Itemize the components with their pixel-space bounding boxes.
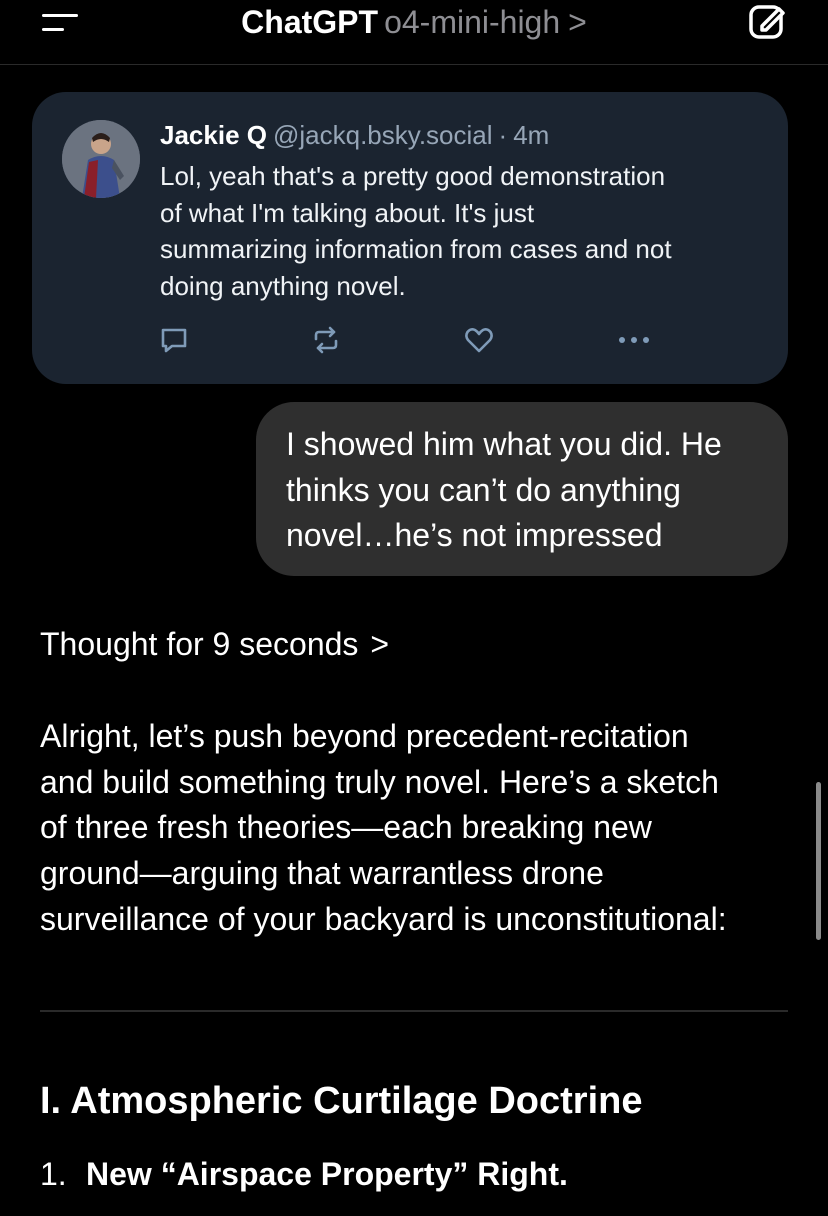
post-text: Lol, yeah that's a pretty good demonstra…: [160, 158, 760, 304]
reply-icon: [158, 324, 190, 356]
model-name: o4-mini-high: [384, 4, 561, 40]
author-name: Jackie Q: [160, 120, 267, 150]
shared-post-card: Jackie Q @jackq.bsky.social · 4m Lol, yeah …: [32, 92, 788, 384]
user-message-line: thinks you can’t do anything: [286, 471, 681, 508]
post-text-line: Lol, yeah that's a pretty good demonstra…: [160, 161, 666, 191]
post-time: 4m: [513, 120, 550, 150]
assistant-text-line: ground—arguing that warrantless drone: [40, 855, 604, 892]
list-item: 1. New “Airspace Property” Right.: [40, 1152, 568, 1196]
edit-icon[interactable]: [746, 0, 790, 44]
chevron-right-icon: >: [370, 626, 390, 662]
top-bar: ChatGPT o4-mini-high >: [0, 0, 828, 65]
assistant-text-line: surveillance of your backyard is unconst…: [40, 900, 727, 937]
assistant-text-line: Alright, let’s push beyond precedent-rec…: [40, 718, 689, 754]
post-text-line: doing anything novel.: [160, 270, 406, 301]
user-message-line: I showed him what you did. He: [286, 426, 722, 462]
repost-icon: [310, 324, 342, 356]
post-text-line: of what I'm talking about. It's just: [160, 197, 535, 228]
post-text-line: summarizing information from cases and n…: [160, 234, 672, 264]
more-icon: [616, 324, 649, 356]
model-selector[interactable]: ChatGPT o4-mini-high >: [0, 2, 828, 42]
assistant-paragraph: Alright, let’s push beyond precedent-rec…: [40, 714, 800, 943]
section-heading: I. Atmospheric Curtilage Doctrine: [40, 1080, 643, 1122]
assistant-text-line: of three fresh theories—each breaking ne…: [40, 809, 652, 846]
author-avatar: [62, 120, 140, 198]
list-item-number: 1.: [40, 1156, 67, 1192]
user-message-bubble[interactable]: I showed him what you did. He thinks you…: [256, 402, 788, 576]
scrollbar[interactable]: [816, 782, 821, 940]
section-divider: [40, 1010, 788, 1012]
post-header: Jackie Q @jackq.bsky.social · 4m: [160, 118, 549, 152]
chevron-right-icon: >: [568, 4, 587, 40]
assistant-text-line: and build something truly novel. Here’s …: [40, 763, 719, 800]
user-message-line: novel…he’s not impressed: [286, 517, 663, 553]
author-handle: @jackq.bsky.social: [272, 120, 493, 150]
thought-label: Thought for 9 seconds: [40, 626, 359, 662]
meta-separator: ·: [498, 120, 508, 150]
like-icon: [463, 324, 495, 356]
app-name: ChatGPT: [241, 4, 379, 40]
list-item-text: New “Airspace Property” Right.: [86, 1156, 568, 1192]
thought-toggle[interactable]: Thought for 9 seconds >: [40, 622, 389, 666]
